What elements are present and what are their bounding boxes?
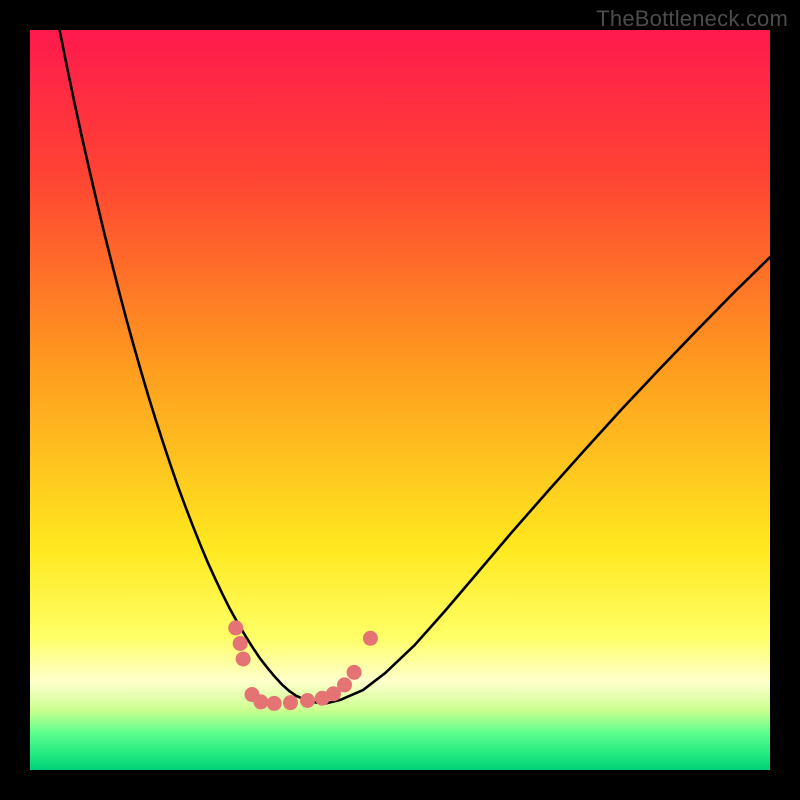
watermark-label: TheBottleneck.com (596, 6, 788, 32)
data-point (228, 620, 243, 635)
data-point (236, 652, 251, 667)
data-point (347, 665, 362, 680)
chart-frame: TheBottleneck.com (0, 0, 800, 800)
data-point (253, 694, 268, 709)
data-point (233, 636, 248, 651)
data-point (283, 695, 298, 710)
data-point (267, 696, 282, 711)
data-point (337, 677, 352, 692)
chart-svg (30, 30, 770, 770)
data-point (363, 631, 378, 646)
plot-area (30, 30, 770, 770)
data-point (300, 693, 315, 708)
